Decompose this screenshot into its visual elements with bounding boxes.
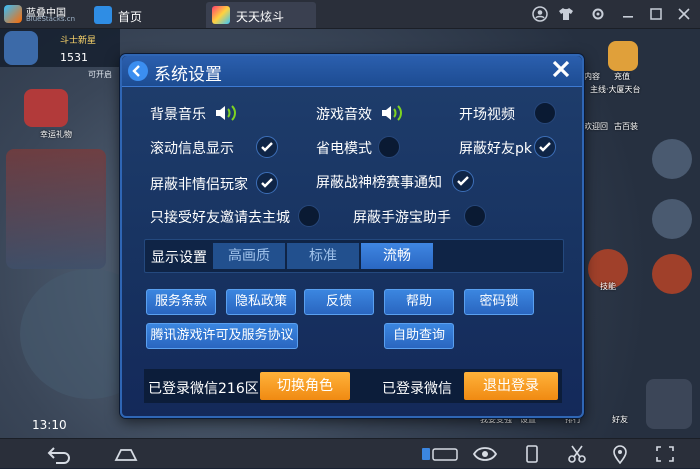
welcome-label: 欢迎回	[584, 122, 608, 131]
dialog-title: 系统设置	[154, 65, 222, 85]
quality-tab-high[interactable]: 高画质	[213, 243, 285, 269]
block-assistant-label: 屏蔽手游宝助手	[353, 210, 451, 226]
dialog-header: 系统设置	[122, 56, 582, 87]
minimize-icon[interactable]	[620, 6, 636, 22]
terms-button[interactable]: 服务条款	[146, 289, 216, 315]
skill-label: 技能	[600, 282, 616, 291]
game-clock: 13:10	[32, 418, 67, 432]
friends-label: 好友	[612, 415, 628, 424]
feedback-button[interactable]: 反馈	[304, 289, 374, 315]
location-icon[interactable]	[610, 444, 630, 465]
logout-button[interactable]: 退出登录	[464, 372, 558, 400]
friend-invite-only-checkbox[interactable]	[298, 205, 320, 227]
character-art	[6, 149, 106, 269]
tab-home[interactable]: 首页	[88, 2, 198, 28]
attack-button[interactable]	[646, 379, 692, 429]
content-button[interactable]	[608, 41, 638, 71]
friend-invite-only-label: 只接受好友邀请去主城	[150, 210, 290, 226]
system-settings-dialog: 系统设置 背景音乐 游戏音效 开场视频 滚动信息显示 省电模式 屏蔽好友pk 屏…	[120, 54, 584, 418]
gift-box[interactable]	[24, 89, 68, 127]
account-strip: 已登录微信216区 切换角色 已登录微信 退出登录	[144, 369, 562, 403]
scroll-info-checkbox[interactable]	[256, 136, 278, 158]
back-icon[interactable]	[128, 61, 148, 81]
display-quality-bar: 显示设置 高画质 标准 流畅	[144, 239, 564, 273]
bg-music-sound-icon[interactable]	[214, 104, 240, 122]
shirt-icon[interactable]	[558, 6, 574, 22]
self-query-button[interactable]: 自助查询	[384, 323, 454, 349]
bluestacks-logo: 蓝叠中国 BlueStacks.cn	[4, 3, 84, 25]
phone-icon[interactable]	[522, 444, 542, 464]
power-save-label: 省电模式	[316, 141, 372, 157]
game-app-icon	[212, 6, 230, 24]
content-label: 内容	[584, 72, 600, 81]
emulator-top-bar: 蓝叠中国 BlueStacks.cn 首页 天天炫斗	[0, 0, 700, 29]
player-title: 斗士新星	[60, 36, 97, 46]
block-friend-pk-label: 屏蔽好友pk	[459, 141, 532, 157]
equip-label: 古百装	[614, 122, 638, 131]
player-score: 1531	[60, 51, 88, 64]
tab-home-label: 首页	[118, 10, 143, 24]
bluestacks-logo-icon	[4, 5, 22, 23]
settings-icon[interactable]	[590, 6, 606, 22]
power-save-checkbox[interactable]	[378, 136, 400, 158]
brand-sub: BlueStacks.cn	[26, 15, 76, 23]
tencent-license-button[interactable]: 腾讯游戏许可及服务协议	[146, 323, 298, 349]
mainline-label: 主线·大厦天台	[590, 85, 641, 94]
dialog-close-icon[interactable]	[548, 58, 574, 84]
block-ranking-label: 屏蔽战神榜赛事通知	[316, 175, 442, 191]
player-panel[interactable]: 斗士新星 1531	[0, 29, 120, 67]
block-friend-pk-checkbox[interactable]	[534, 136, 556, 158]
bg-music-label: 背景音乐	[150, 107, 206, 123]
recharge-label: 充值	[614, 72, 630, 81]
home-nav-icon[interactable]	[112, 444, 140, 464]
password-lock-button[interactable]: 密码锁	[464, 289, 534, 315]
block-non-partner-checkbox[interactable]	[256, 172, 278, 194]
fullscreen-icon[interactable]	[654, 444, 676, 464]
scroll-info-label: 滚动信息显示	[150, 141, 234, 157]
account-icon[interactable]	[532, 6, 548, 22]
block-ranking-checkbox[interactable]	[452, 170, 474, 192]
quality-tab-smooth[interactable]: 流畅	[361, 243, 433, 269]
keyboard-icon[interactable]	[420, 444, 460, 464]
player-avatar[interactable]	[4, 31, 38, 65]
login-wechat-text: 已登录微信	[382, 381, 452, 397]
scissors-icon[interactable]	[566, 444, 588, 464]
help-button[interactable]: 帮助	[384, 289, 454, 315]
intro-video-label: 开场视频	[459, 107, 515, 123]
home-icon	[94, 6, 112, 24]
login-zone-text: 已登录微信216区	[148, 381, 259, 397]
chat-button[interactable]	[652, 139, 692, 179]
unlock-hint: 可开启	[88, 70, 112, 79]
close-icon[interactable]	[676, 6, 692, 22]
maximize-icon[interactable]	[648, 6, 664, 22]
privacy-button[interactable]: 隐私政策	[226, 289, 296, 315]
tab-game-label: 天天炫斗	[236, 10, 285, 24]
block-non-partner-label: 屏蔽非情侣玩家	[150, 177, 248, 193]
switch-role-button[interactable]: 切换角色	[260, 372, 350, 400]
back-nav-icon[interactable]	[44, 444, 72, 464]
lucky-gift-label: 幸运礼物	[40, 130, 72, 139]
tab-game[interactable]: 天天炫斗	[206, 2, 316, 28]
eye-icon[interactable]	[472, 444, 498, 464]
intro-video-checkbox[interactable]	[534, 102, 556, 124]
quality-tab-standard[interactable]: 标准	[287, 243, 359, 269]
block-assistant-checkbox[interactable]	[464, 205, 486, 227]
emulator-nav-bar	[0, 438, 700, 468]
game-sfx-sound-icon[interactable]	[380, 104, 406, 122]
game-sfx-label: 游戏音效	[316, 107, 372, 123]
display-settings-label: 显示设置	[151, 250, 207, 266]
daily-button[interactable]	[652, 199, 692, 239]
transform-button[interactable]	[652, 254, 692, 294]
